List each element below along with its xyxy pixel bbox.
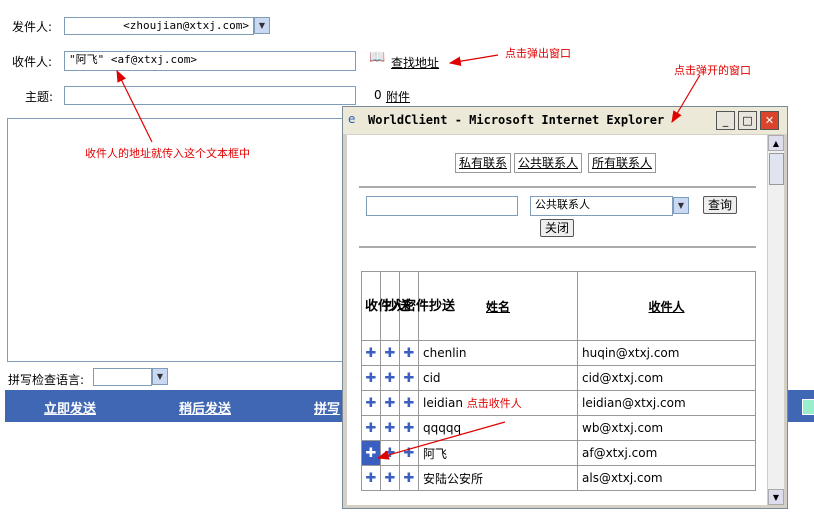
- add-to-icon[interactable]: ✚: [361, 365, 381, 391]
- chevron-down-icon: ▼: [156, 372, 164, 381]
- add-bcc-icon[interactable]: ✚: [399, 465, 419, 491]
- query-button[interactable]: 查询: [703, 196, 738, 214]
- popup-title: WorldClient - Microsoft Internet Explore…: [368, 113, 665, 127]
- tab-public-contacts[interactable]: 公共联系人: [514, 153, 583, 173]
- contact-email: huqin@xtxj.com: [577, 340, 756, 366]
- col-header-bcc: 密件抄送: [403, 298, 456, 314]
- col-header-to: 收件人: [365, 298, 405, 314]
- shield-icon: [802, 399, 814, 415]
- contacts-table: 收件人 抄送 密件抄送 姓名 收件人 ✚ ✚ ✚ chenlin huqin@x…: [361, 271, 756, 491]
- add-bcc-icon[interactable]: ✚: [399, 415, 419, 441]
- popup-titlebar[interactable]: e WorldClient - Microsoft Internet Explo…: [343, 107, 787, 134]
- spellcheck-button[interactable]: 拼写: [314, 398, 340, 417]
- table-row: ✚ ✚ ✚ chenlin huqin@xtxj.com: [361, 340, 756, 366]
- add-to-icon[interactable]: ✚: [361, 465, 381, 491]
- from-select[interactable]: <zhoujian@xtxj.com>: [64, 17, 254, 35]
- add-cc-icon[interactable]: ✚: [380, 465, 400, 491]
- maximize-icon[interactable]: □: [738, 111, 757, 130]
- chevron-down-icon: ▼: [258, 21, 266, 30]
- attachment-link[interactable]: 附件: [386, 88, 410, 105]
- add-bcc-icon[interactable]: ✚: [399, 340, 419, 366]
- table-row: ✚ ✚ ✚ qqqqq wb@xtxj.com: [361, 415, 756, 441]
- add-cc-icon[interactable]: ✚: [380, 415, 400, 441]
- popup-content: 私有联系 公共联系人 所有联系人 公共联系人 ▼ 查询 关闭 收件人 抄送 密件…: [347, 135, 767, 505]
- address-book-popup: e WorldClient - Microsoft Internet Explo…: [342, 106, 788, 509]
- paperclip-icon[interactable]: 0: [374, 88, 382, 102]
- tab-private-contacts[interactable]: 私有联系: [455, 153, 512, 173]
- col-header-recipient[interactable]: 收件人: [648, 300, 684, 314]
- minimize-icon[interactable]: _: [716, 111, 735, 130]
- table-row: ✚ ✚ ✚ 安陆公安所 als@xtxj.com: [361, 465, 756, 491]
- contact-name: qqqqq: [418, 415, 578, 441]
- subject-input[interactable]: [64, 86, 356, 105]
- spellcheck-dropdown-button[interactable]: ▼: [152, 368, 168, 385]
- col-header-name[interactable]: 姓名: [486, 300, 510, 314]
- to-label: 收件人:: [12, 55, 53, 69]
- spellcheck-select[interactable]: [93, 368, 152, 386]
- annotation-click-popup: 点击弹出窗口: [505, 47, 571, 60]
- contact-email: af@xtxj.com: [577, 440, 756, 466]
- add-to-icon[interactable]: ✚: [361, 390, 381, 416]
- close-popup-button[interactable]: 关闭: [540, 219, 575, 237]
- annotation-recipient-box: 收件人的地址就传入这个文本框中: [85, 147, 250, 160]
- divider: [359, 246, 756, 248]
- table-header-row: 收件人 抄送 密件抄送 姓名 收件人: [361, 271, 756, 341]
- table-row: ✚ ✚ ✚ cid cid@xtxj.com: [361, 365, 756, 391]
- contact-email: leidian@xtxj.com: [577, 390, 756, 416]
- contact-email: wb@xtxj.com: [577, 415, 756, 441]
- annotation-click-recipient: 点击收件人: [466, 397, 522, 410]
- divider: [359, 186, 756, 188]
- add-to-icon[interactable]: ✚: [361, 340, 381, 366]
- contact-name: 安陆公安所: [418, 465, 578, 491]
- contact-name: 阿飞: [418, 440, 578, 466]
- scroll-down-icon[interactable]: ▼: [768, 489, 784, 505]
- ie-icon: e: [348, 112, 356, 126]
- chevron-down-icon: ▼: [677, 201, 685, 210]
- popup-scrollbar[interactable]: ▲ ▼: [767, 135, 784, 505]
- from-dropdown-button[interactable]: ▼: [254, 17, 270, 34]
- contact-email: cid@xtxj.com: [577, 365, 756, 391]
- subject-label: 主题:: [25, 90, 54, 104]
- from-label: 发件人:: [12, 20, 53, 34]
- send-now-button[interactable]: 立即发送: [44, 398, 96, 417]
- contact-name-cell: leidian 点击收件人: [418, 390, 578, 416]
- table-row: ✚ ✚ ✚ 阿飞 af@xtxj.com: [361, 440, 756, 466]
- address-book-icon[interactable]: 📖: [369, 50, 385, 65]
- contact-name: leidian: [423, 396, 463, 410]
- add-cc-icon[interactable]: ✚: [380, 390, 400, 416]
- add-to-icon[interactable]: ✚: [361, 415, 381, 441]
- contact-search-input[interactable]: [366, 196, 518, 216]
- add-cc-icon[interactable]: ✚: [380, 340, 400, 366]
- add-bcc-icon[interactable]: ✚: [399, 440, 419, 466]
- scroll-up-icon[interactable]: ▲: [768, 135, 784, 151]
- arrow-to-find-address: [448, 54, 499, 66]
- table-row: ✚ ✚ ✚ leidian 点击收件人 leidian@xtxj.com: [361, 390, 756, 416]
- add-bcc-icon[interactable]: ✚: [399, 365, 419, 391]
- add-cc-icon[interactable]: ✚: [380, 365, 400, 391]
- close-icon[interactable]: ✕: [760, 111, 779, 130]
- add-cc-icon[interactable]: ✚: [380, 440, 400, 466]
- to-input[interactable]: "阿飞" <af@xtxj.com>: [64, 51, 356, 71]
- spellcheck-label: 拼写检查语言:: [8, 373, 85, 387]
- scroll-thumb[interactable]: [769, 153, 784, 185]
- contact-email: als@xtxj.com: [577, 465, 756, 491]
- tab-all-contacts[interactable]: 所有联系人: [588, 153, 657, 173]
- contact-category-select[interactable]: 公共联系人: [530, 196, 673, 216]
- category-dropdown-button[interactable]: ▼: [673, 197, 689, 214]
- find-address-link[interactable]: 查找地址: [391, 54, 439, 71]
- add-to-icon-selected[interactable]: ✚: [361, 440, 381, 466]
- contact-name: chenlin: [418, 340, 578, 366]
- annotation-popup-window: 点击弹开的窗口: [674, 64, 751, 77]
- contact-name: cid: [418, 365, 578, 391]
- col-header-cc: 抄送: [384, 298, 411, 314]
- send-later-button[interactable]: 稍后发送: [179, 398, 231, 417]
- add-bcc-icon[interactable]: ✚: [399, 390, 419, 416]
